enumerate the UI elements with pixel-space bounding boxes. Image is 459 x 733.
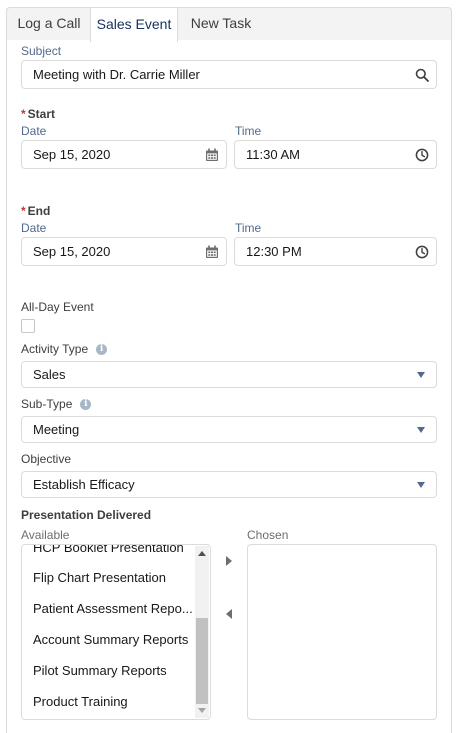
chosen-label: Chosen (247, 528, 289, 542)
available-label: Available (21, 528, 70, 542)
activity-type-select[interactable]: Sales (21, 361, 437, 388)
sub-type-value: Meeting (33, 422, 80, 437)
end-date-field[interactable]: Sep 15, 2020 (21, 237, 227, 266)
start-date-value: Sep 15, 2020 (33, 147, 111, 162)
subject-value: Meeting with Dr. Carrie Miller (33, 67, 200, 82)
activity-type-value: Sales (33, 367, 66, 382)
chevron-down-icon (417, 482, 425, 488)
list-item[interactable]: Flip Chart Presentation (33, 570, 166, 585)
all-day-event-label: All-Day Event (21, 300, 94, 314)
end-time-value: 12:30 PM (246, 244, 302, 259)
scroll-up-arrow-icon[interactable] (198, 551, 206, 556)
sub-type-label: Sub-Type i (21, 397, 92, 411)
clock-icon[interactable] (415, 148, 429, 162)
chevron-down-icon (417, 372, 425, 378)
list-item[interactable]: HCP Booklet Presentation (33, 545, 184, 555)
info-icon[interactable]: i (96, 344, 108, 356)
info-icon[interactable]: i (80, 399, 92, 411)
presentation-delivered-title: Presentation Delivered (21, 508, 152, 522)
start-date-label: Date (21, 124, 47, 138)
objective-label: Objective (21, 452, 72, 466)
all-day-event-checkbox[interactable] (21, 319, 35, 333)
chevron-down-icon (417, 427, 425, 433)
scrollbar-thumb[interactable] (196, 618, 208, 704)
end-date-value: Sep 15, 2020 (33, 244, 111, 259)
start-section-title: * Start (21, 107, 56, 121)
objective-select[interactable]: Establish Efficacy (21, 471, 437, 498)
start-time-field[interactable]: 11:30 AM (234, 140, 437, 169)
list-item[interactable]: Product Training (33, 694, 128, 709)
objective-value: Establish Efficacy (33, 477, 135, 492)
calendar-icon[interactable] (205, 148, 219, 162)
start-date-field[interactable]: Sep 15, 2020 (21, 140, 227, 169)
scroll-down-arrow-icon[interactable] (198, 708, 206, 713)
end-time-field[interactable]: 12:30 PM (234, 237, 437, 266)
sub-type-select[interactable]: Meeting (21, 416, 437, 443)
list-item[interactable]: Account Summary Reports (33, 632, 188, 647)
required-indicator: * (21, 107, 26, 121)
subject-label: Subject (21, 44, 62, 58)
clock-icon[interactable] (415, 245, 429, 259)
calendar-icon[interactable] (205, 245, 219, 259)
tab-log-a-call[interactable]: Log a Call (7, 8, 91, 41)
end-date-label: Date (21, 221, 47, 235)
tab-bar: Log a Call Sales Event New Task (6, 7, 452, 42)
tab-new-task[interactable]: New Task (177, 8, 265, 41)
scrollbar[interactable] (195, 546, 209, 718)
list-item[interactable]: Patient Assessment Repo... (33, 601, 193, 616)
end-section-title: * End (21, 204, 51, 218)
move-left-icon[interactable] (226, 609, 232, 619)
search-icon[interactable] (415, 68, 429, 82)
subject-field[interactable]: Meeting with Dr. Carrie Miller (21, 60, 437, 89)
end-time-label: Time (235, 221, 262, 235)
required-indicator: * (21, 204, 26, 218)
move-right-icon[interactable] (226, 556, 232, 566)
start-time-value: 11:30 AM (246, 147, 300, 162)
available-listbox[interactable]: HCP Booklet Presentation Flip Chart Pres… (21, 544, 211, 720)
chosen-listbox[interactable] (247, 544, 437, 720)
tab-sales-event[interactable]: Sales Event (90, 7, 178, 42)
list-item[interactable]: Pilot Summary Reports (33, 663, 167, 678)
start-time-label: Time (235, 124, 262, 138)
activity-type-label: Activity Type i (21, 342, 108, 356)
